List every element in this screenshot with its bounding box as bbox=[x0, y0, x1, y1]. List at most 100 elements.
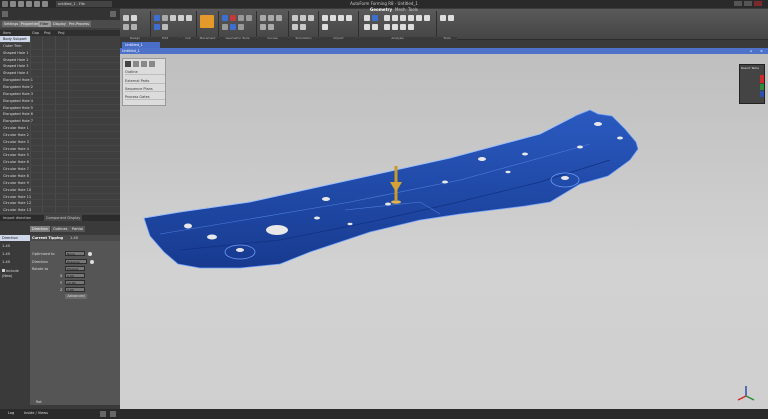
tree-item[interactable]: Elongated Hole 1 bbox=[0, 77, 120, 84]
zebra-icon[interactable] bbox=[424, 15, 430, 21]
part-outline[interactable] bbox=[143, 109, 639, 269]
extend-icon[interactable] bbox=[246, 15, 252, 21]
tab-direction[interactable]: Direction bbox=[30, 226, 50, 232]
simulation-icon[interactable] bbox=[292, 15, 298, 21]
direction-select[interactable]: Drawing Normal bbox=[65, 259, 87, 269]
curve-icon[interactable] bbox=[260, 15, 266, 21]
3d-viewport[interactable]: Outline External Parts Sequence Plans Pr… bbox=[120, 54, 768, 409]
cut-icon[interactable] bbox=[178, 15, 184, 21]
undercut-icon[interactable] bbox=[416, 15, 422, 21]
copy-icon[interactable] bbox=[123, 24, 129, 30]
options-icon[interactable] bbox=[448, 15, 454, 21]
geometry-tool-icon[interactable] bbox=[222, 15, 228, 21]
tree-item[interactable]: Elongated Hole 3 bbox=[0, 91, 120, 98]
arc-icon[interactable] bbox=[260, 24, 266, 30]
tree-item-selected[interactable]: Body Subpart 1 bbox=[0, 36, 30, 48]
status-views[interactable]: Inside / Views bbox=[24, 411, 48, 415]
tree-item[interactable]: Shaped Hole 1 bbox=[0, 50, 120, 57]
section-icon[interactable] bbox=[372, 15, 378, 21]
measure-icon[interactable] bbox=[364, 15, 370, 21]
maximize-button[interactable] bbox=[744, 1, 752, 6]
design-icon[interactable] bbox=[123, 15, 129, 21]
tree-item[interactable]: Elongated Hole 4 bbox=[0, 98, 120, 105]
circular-hole[interactable] bbox=[236, 248, 244, 252]
rotate-field[interactable]: Product bbox=[65, 266, 85, 271]
tab-partial[interactable]: Partial bbox=[70, 226, 85, 232]
tree-item[interactable]: Shaped Hole 3 bbox=[0, 63, 120, 71]
tree-item[interactable]: Circular Hole 5 bbox=[0, 152, 120, 160]
properties-title[interactable]: Import direction bbox=[3, 215, 31, 221]
select-icon[interactable] bbox=[154, 15, 160, 21]
circular-hole[interactable] bbox=[322, 197, 330, 201]
placement-icon[interactable] bbox=[200, 15, 214, 28]
thickness-icon[interactable] bbox=[408, 15, 414, 21]
tree-item[interactable]: Elongated Hole 2 bbox=[0, 84, 120, 91]
tab-outlines[interactable]: Outlines bbox=[51, 226, 70, 232]
circular-hole[interactable] bbox=[207, 234, 217, 240]
circular-hole[interactable] bbox=[594, 122, 602, 126]
tree-item[interactable]: Elongated Hole 6 bbox=[0, 111, 120, 119]
include-checkbox[interactable]: Include (New) bbox=[2, 269, 30, 278]
tree-item[interactable]: Shaped Hole 2 bbox=[0, 57, 120, 64]
properties-tab-component-display[interactable]: Component Display bbox=[44, 215, 83, 221]
panel-menu-icon[interactable] bbox=[110, 11, 116, 17]
circular-hole[interactable] bbox=[577, 145, 583, 149]
tree-item[interactable]: Circular Hole 12 bbox=[0, 200, 120, 208]
minimize-button[interactable] bbox=[734, 1, 742, 6]
patch-icon[interactable] bbox=[238, 24, 244, 30]
offset-icon[interactable] bbox=[238, 15, 244, 21]
help-icon[interactable] bbox=[88, 252, 92, 256]
tree-item[interactable]: Circular Hole 1 bbox=[0, 125, 120, 132]
spline-icon[interactable] bbox=[276, 15, 282, 21]
line-icon[interactable] bbox=[268, 15, 274, 21]
point-icon[interactable] bbox=[268, 24, 274, 30]
process-icon[interactable] bbox=[300, 24, 306, 30]
edit-icon[interactable] bbox=[131, 15, 137, 21]
optimized-field[interactable]: None bbox=[65, 251, 85, 256]
menu-tools[interactable]: Tools bbox=[408, 7, 418, 13]
tab-settings[interactable]: Settings bbox=[2, 21, 21, 27]
left-item[interactable]: 1-40 bbox=[0, 259, 30, 265]
x-field[interactable]: 0.00 bbox=[65, 273, 85, 278]
tab-display[interactable]: Display bbox=[51, 21, 68, 27]
circular-hole[interactable] bbox=[347, 222, 353, 226]
tree-item[interactable]: Circular Hole 2 bbox=[0, 132, 120, 139]
curvature-icon[interactable] bbox=[400, 15, 406, 21]
run-icon[interactable] bbox=[300, 15, 306, 21]
circular-hole[interactable] bbox=[385, 202, 391, 206]
tools-icon[interactable] bbox=[440, 15, 446, 21]
left-item[interactable]: 1-40 bbox=[0, 243, 30, 249]
circular-hole[interactable] bbox=[266, 225, 288, 235]
left-item-direction[interactable]: Direction bbox=[0, 235, 30, 241]
fit-icon[interactable] bbox=[162, 24, 168, 30]
menu-geometry[interactable]: Geometry bbox=[370, 7, 392, 13]
tree-item[interactable]: Circular Hole 3 bbox=[0, 139, 120, 146]
circular-hole[interactable] bbox=[505, 170, 511, 174]
tree-item[interactable]: Shaped Hole 4 bbox=[0, 70, 120, 78]
circular-hole[interactable] bbox=[617, 136, 623, 140]
zoom-icon[interactable] bbox=[170, 15, 176, 21]
folder-icon[interactable] bbox=[346, 15, 352, 21]
link-icon[interactable] bbox=[322, 24, 328, 30]
tree-item[interactable]: Circular Hole 7 bbox=[0, 166, 120, 174]
circular-hole[interactable] bbox=[561, 176, 569, 180]
radius-icon[interactable] bbox=[408, 24, 414, 30]
draft-icon[interactable] bbox=[392, 15, 398, 21]
rotate-icon[interactable] bbox=[162, 15, 168, 21]
gap-icon[interactable] bbox=[392, 24, 398, 30]
tree-item[interactable]: Circular Hole 11 bbox=[0, 194, 120, 201]
tree-item[interactable]: Circular Hole 6 bbox=[0, 159, 120, 167]
status-icon[interactable] bbox=[100, 411, 106, 417]
tab-pre-process[interactable]: Pre-Process bbox=[67, 21, 92, 27]
check-icon[interactable] bbox=[384, 24, 390, 30]
z-field[interactable]: 0.00 bbox=[65, 287, 85, 292]
circular-hole[interactable] bbox=[522, 152, 528, 156]
tree-item[interactable]: Circular Hole 10 bbox=[0, 187, 120, 194]
pan-icon[interactable] bbox=[154, 24, 160, 30]
circular-hole[interactable] bbox=[314, 216, 320, 220]
normal-icon[interactable] bbox=[400, 24, 406, 30]
tree-item[interactable]: Elongated Hole 7 bbox=[0, 118, 120, 126]
advanced-button[interactable]: Advanced bbox=[65, 294, 87, 299]
collapse-icon[interactable] bbox=[2, 11, 8, 17]
export-icon[interactable] bbox=[330, 15, 336, 21]
